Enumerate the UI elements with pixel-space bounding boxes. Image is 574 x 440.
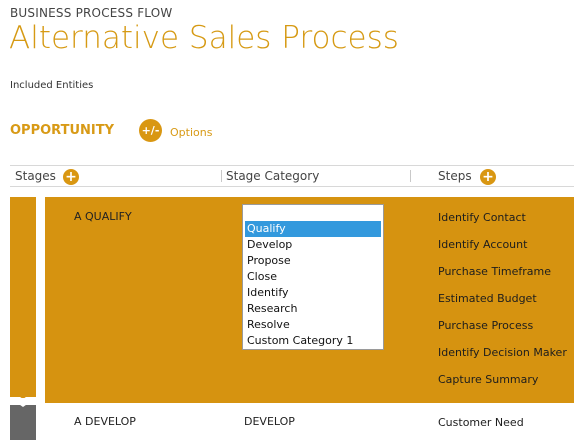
stage-category-column-header: Stage Category <box>226 169 320 183</box>
steps-column-header: Steps <box>438 169 472 183</box>
dropdown-option[interactable]: Research <box>245 301 381 317</box>
dropdown-option[interactable]: Resolve <box>245 317 381 333</box>
header-divider-bottom <box>10 186 574 187</box>
add-stage-button[interactable]: + <box>63 169 79 185</box>
dropdown-option[interactable]: Develop <box>245 237 381 253</box>
stage-category-dropdown[interactable]: Qualify Develop Propose Close Identify R… <box>242 204 384 350</box>
options-link[interactable]: Options <box>170 126 212 139</box>
step-item[interactable]: Customer Need <box>438 416 524 429</box>
stage-progress-bar <box>10 197 36 440</box>
inactive-stage-segment <box>10 405 36 440</box>
dropdown-option[interactable]: Close <box>245 269 381 285</box>
add-step-button[interactable]: + <box>480 169 496 185</box>
step-item[interactable]: Capture Summary <box>438 373 538 386</box>
plus-minus-icon[interactable]: +/- <box>139 119 162 142</box>
column-separator <box>221 170 222 182</box>
column-separator <box>410 170 411 182</box>
dropdown-option[interactable]: Custom Category 1 <box>245 333 381 349</box>
dropdown-option-selected[interactable]: Qualify <box>245 221 381 237</box>
active-stage-segment <box>10 197 36 397</box>
header-divider-top <box>10 165 574 166</box>
entity-name: OPPORTUNITY <box>10 123 115 138</box>
stage-name: A DEVELOP <box>74 415 136 428</box>
stage-name: A QUALIFY <box>74 210 132 223</box>
dropdown-option[interactable]: Identify <box>245 285 381 301</box>
stage-category-value[interactable]: DEVELOP <box>244 415 295 428</box>
stage-arrow-gap <box>10 398 36 407</box>
page-title: Alternative Sales Process <box>9 20 399 56</box>
step-item[interactable]: Purchase Timeframe <box>438 265 551 278</box>
included-entities-label: Included Entities <box>10 80 94 91</box>
dropdown-option[interactable]: Propose <box>245 253 381 269</box>
step-item[interactable]: Identify Account <box>438 238 527 251</box>
step-item[interactable]: Identify Contact <box>438 211 526 224</box>
stages-column-header: Stages <box>15 169 56 183</box>
step-item[interactable]: Identify Decision Maker <box>438 346 567 359</box>
step-item[interactable]: Estimated Budget <box>438 292 537 305</box>
step-item[interactable]: Purchase Process <box>438 319 533 332</box>
page-kicker: BUSINESS PROCESS FLOW <box>10 6 173 20</box>
